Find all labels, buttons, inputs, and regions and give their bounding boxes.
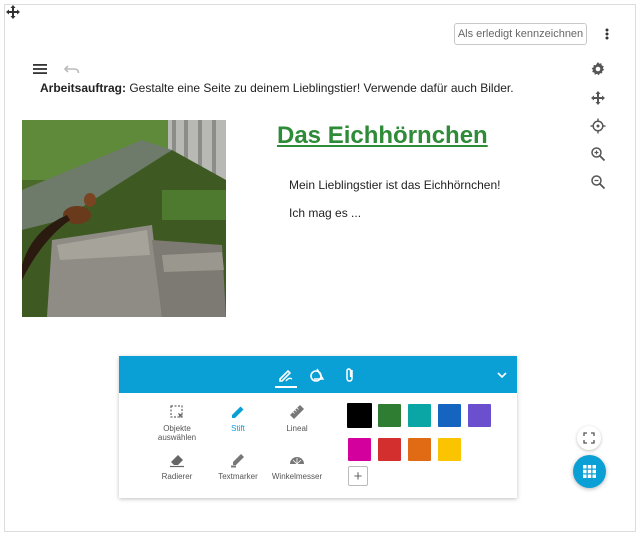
- task-label: Arbeitsauftrag:: [40, 81, 127, 95]
- tool-label: Stift: [231, 424, 245, 433]
- select-icon: [170, 405, 183, 418]
- color-swatch[interactable]: [468, 404, 491, 427]
- add-color-button[interactable]: +: [348, 466, 368, 486]
- protractor-icon: [290, 457, 304, 465]
- color-swatch[interactable]: [438, 438, 461, 461]
- apps-menu-button[interactable]: [573, 455, 606, 488]
- tool-label: Winkelmesser: [271, 472, 323, 481]
- tool-pen[interactable]: Stift: [208, 404, 268, 433]
- move-handle-icon[interactable]: [6, 5, 20, 19]
- chevron-down-icon[interactable]: [495, 368, 509, 382]
- tool-eraser[interactable]: Radierer: [147, 452, 207, 481]
- attachment-tab-icon[interactable]: [340, 365, 360, 385]
- grid-icon: [583, 465, 596, 478]
- color-swatch[interactable]: [348, 438, 371, 461]
- tool-protractor[interactable]: Winkelmesser: [267, 452, 327, 481]
- paragraph-2: Ich mag es ...: [289, 206, 362, 220]
- tool-label: Radierer: [161, 472, 193, 481]
- drawing-toolbar: Objekte auswählen Stift Lineal Radierer …: [119, 356, 517, 498]
- drawing-toolbar-header: [119, 356, 517, 393]
- color-swatch[interactable]: [378, 404, 401, 427]
- undo-icon[interactable]: [64, 62, 80, 76]
- tool-label: Textmarker: [218, 472, 258, 481]
- color-swatch[interactable]: [408, 404, 431, 427]
- fullscreen-button[interactable]: [577, 426, 601, 450]
- mark-done-button[interactable]: Als erledigt kennzeichnen: [454, 23, 587, 45]
- active-tab-indicator: [275, 386, 297, 388]
- pen-icon: [232, 406, 244, 418]
- pen-tab-icon[interactable]: [276, 365, 296, 385]
- tool-highlighter[interactable]: Textmarker: [208, 452, 268, 481]
- paragraph-1: Mein Lieblingstier ist das Eichhörnchen!: [289, 178, 501, 192]
- shapes-tab-icon[interactable]: [307, 365, 327, 385]
- hamburger-menu-icon[interactable]: [33, 62, 47, 76]
- color-swatch[interactable]: [347, 403, 372, 428]
- zoom-out-icon[interactable]: [590, 174, 606, 190]
- move-icon[interactable]: [590, 90, 606, 106]
- more-options-icon[interactable]: [601, 26, 613, 42]
- color-swatch[interactable]: [408, 438, 431, 461]
- fullscreen-icon: [583, 432, 595, 444]
- task-text: Arbeitsauftrag: Gestalte eine Seite zu d…: [40, 81, 514, 95]
- task-body: Gestalte eine Seite zu deinem Lieblingst…: [126, 81, 514, 95]
- tool-label: Lineal: [286, 424, 308, 433]
- crosshair-icon[interactable]: [590, 118, 606, 134]
- marker-icon: [231, 454, 244, 468]
- tool-label: Objekte auswählen: [157, 424, 197, 442]
- color-swatch[interactable]: [378, 438, 401, 461]
- tool-ruler[interactable]: Lineal: [267, 404, 327, 433]
- color-swatch[interactable]: [438, 404, 461, 427]
- squirrel-photo[interactable]: [22, 120, 226, 317]
- ruler-icon: [290, 405, 304, 419]
- eraser-icon: [170, 455, 184, 468]
- tool-select-objects[interactable]: Objekte auswählen: [147, 404, 207, 442]
- zoom-in-icon[interactable]: [590, 146, 606, 162]
- page-title: Das Eichhörnchen: [277, 122, 488, 149]
- gear-icon[interactable]: [590, 61, 606, 77]
